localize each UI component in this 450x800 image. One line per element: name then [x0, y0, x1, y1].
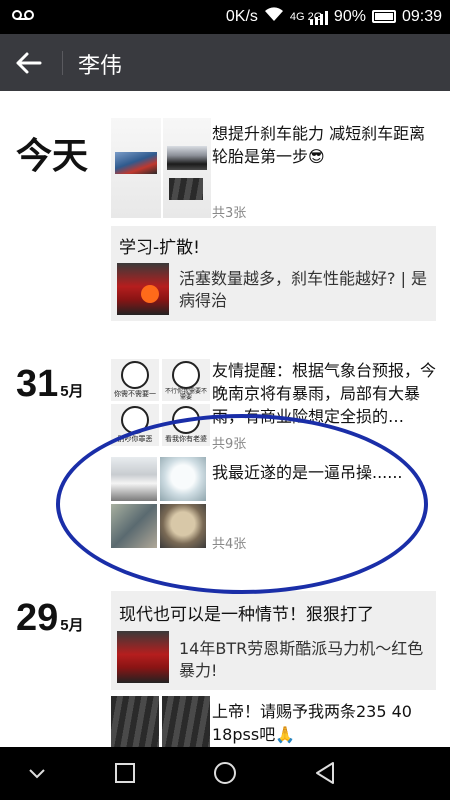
image-count: 共9张 — [212, 437, 247, 452]
battery-percent: 90% — [333, 7, 366, 25]
share-text: 14年BTR劳恩斯酷派马力机～红色暴力! — [179, 639, 424, 680]
date-29: 29 5月 — [16, 597, 84, 640]
shared-article-btr[interactable]: 现代也可以是一种情节！狠狠打了 14年BTR劳恩斯酷派马力机～红色暴力! — [111, 591, 436, 690]
post-text: 上帝！请赐予我两条235 40 18pss吧🙏 — [212, 702, 412, 744]
post-text: 友情提醒：根据气象台预报，今晚南京将有暴雨，局部有大暴雨，有商业险想定全损的… — [212, 361, 436, 426]
meme-image: 不行你我需要不需要 — [162, 359, 210, 401]
post-text: 想提升刹车能力 减短刹车距离 轮胎是第一步😎 — [212, 124, 426, 166]
post-image — [111, 696, 159, 747]
post-image — [111, 457, 157, 501]
wifi-icon — [264, 6, 284, 27]
date-today: 今天 — [16, 136, 89, 177]
back-arrow-icon[interactable] — [14, 48, 46, 78]
status-bar: 0K/s 4G 2G 90% 09:39 — [0, 0, 450, 34]
post-image — [162, 696, 210, 747]
post-weather-alert[interactable]: 你需不需要一 不行你我需要不需要 别吵你罪恶 看我你有老婆 友情提醒：根据气象台… — [111, 359, 436, 455]
post-tires-prayer[interactable]: 上帝！请赐予我两条235 40 18pss吧🙏 — [111, 696, 436, 747]
signal-icon — [309, 9, 328, 25]
back-icon[interactable] — [314, 761, 336, 789]
post-text: 我最近遂的是一逼吊操...... — [212, 463, 403, 482]
post-latest[interactable]: 我最近遂的是一逼吊操...... 共4张 — [111, 457, 436, 553]
meme-image: 别吵你罪恶 — [111, 404, 159, 446]
post-image — [160, 457, 206, 501]
meme-caption: 别吵你罪恶 — [117, 435, 153, 443]
title-divider — [62, 51, 63, 75]
date-day: 29 — [16, 597, 59, 639]
navigation-bar — [0, 747, 450, 800]
share-text: 活塞数量越多，刹车性能越好? | 是病得治 — [179, 269, 428, 310]
post-brake-tires[interactable]: 想提升刹车能力 减短刹车距离 轮胎是第一步😎 共3张 — [111, 118, 436, 224]
post-image — [163, 118, 211, 218]
post-image — [111, 118, 161, 218]
page-title: 李伟 — [78, 54, 123, 79]
post-image — [160, 504, 206, 548]
meme-caption: 不行你我需要不需要 — [164, 388, 207, 401]
album-feed[interactable]: 今天 想提升刹车能力 减短刹车距离 轮胎是第一步😎 共3张 学习-扩散! 活塞数… — [0, 91, 450, 747]
image-count: 共4张 — [212, 537, 247, 552]
share-heading: 学习-扩散! — [119, 238, 200, 258]
home-icon[interactable] — [213, 761, 237, 789]
share-thumbnail — [117, 631, 169, 683]
post-image — [111, 504, 157, 548]
recent-apps-icon[interactable] — [114, 762, 136, 788]
shared-article-piston[interactable]: 学习-扩散! 活塞数量越多，刹车性能越好? | 是病得治 — [111, 226, 436, 321]
collapse-icon[interactable] — [27, 765, 47, 784]
voicemail-icon — [12, 8, 34, 26]
meme-caption: 看我你有老婆 — [165, 435, 207, 443]
meme-caption: 你需不需要一 — [114, 390, 156, 398]
image-count: 共3张 — [212, 206, 247, 221]
date-31: 31 5月 — [16, 363, 84, 406]
title-bar: 李伟 — [0, 34, 450, 91]
date-month: 5月 — [60, 383, 84, 400]
date-month: 5月 — [60, 617, 84, 634]
share-heading: 现代也可以是一种情节！狠狠打了 — [119, 605, 374, 625]
network-type: 4G 2G — [289, 10, 323, 23]
meme-image: 你需不需要一 — [111, 359, 159, 401]
clock: 09:39 — [401, 7, 442, 25]
network-speed: 0K/s — [225, 7, 258, 25]
share-thumbnail — [117, 263, 169, 315]
date-day: 31 — [16, 363, 59, 405]
battery-icon — [371, 10, 396, 23]
meme-image: 看我你有老婆 — [162, 404, 210, 446]
